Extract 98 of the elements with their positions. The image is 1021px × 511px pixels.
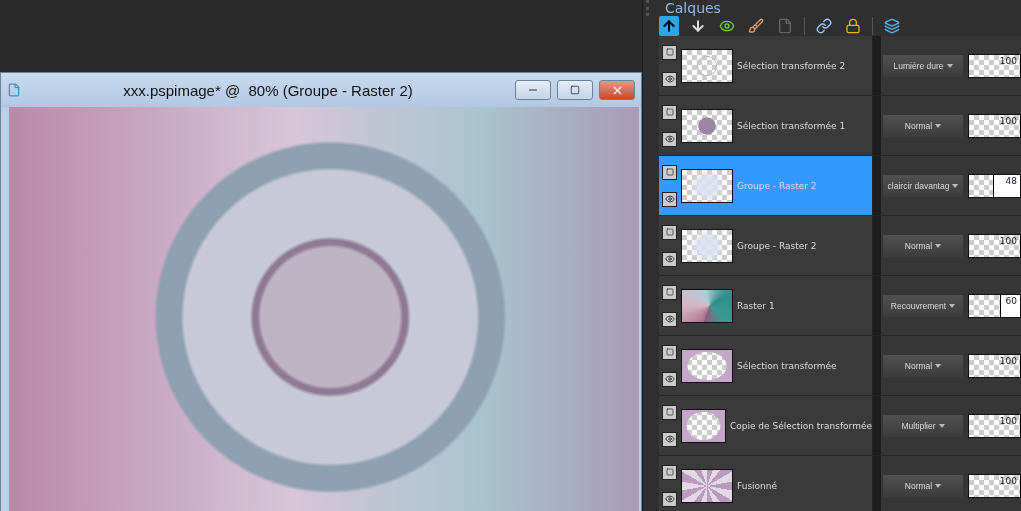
opacity-value: 60 xyxy=(1005,295,1017,306)
opacity-field[interactable]: 100 xyxy=(968,473,1021,498)
layer-row[interactable]: Sélection transformée 2 xyxy=(659,36,873,95)
caret-icon xyxy=(946,63,953,68)
layer-name: Raster 1 xyxy=(737,300,775,311)
square-icon xyxy=(665,228,674,236)
eye-icon xyxy=(664,74,675,84)
opacity-value: 100 xyxy=(999,235,1017,246)
maximize-button[interactable] xyxy=(557,80,593,100)
eye-icon xyxy=(664,434,675,444)
layer-thumbnail xyxy=(681,48,733,83)
layer-stack-icon[interactable] xyxy=(662,344,677,360)
opacity-value: 100 xyxy=(999,115,1017,126)
caret-icon xyxy=(935,483,942,488)
minimize-button[interactable] xyxy=(515,80,551,100)
opacity-field[interactable]: 60 xyxy=(968,293,1021,318)
square-icon xyxy=(665,48,674,56)
layer-row[interactable]: Sélection transformée 1 xyxy=(659,96,873,155)
layer-stack-icon[interactable] xyxy=(662,104,677,120)
layer-thumbnail xyxy=(681,348,733,383)
eye-icon xyxy=(664,254,675,264)
layer-thumbnail xyxy=(681,168,733,203)
square-icon xyxy=(665,288,674,296)
visibility-icon[interactable] xyxy=(662,71,677,87)
layer-row[interactable]: Sélection transformée xyxy=(659,336,873,395)
caret-icon xyxy=(938,423,945,428)
opacity-field[interactable]: 100 xyxy=(968,233,1021,258)
square-icon xyxy=(665,348,674,356)
document-icon xyxy=(7,83,21,97)
layer-stack-icon[interactable] xyxy=(662,284,677,300)
layer-name: Sélection transformée 2 xyxy=(737,60,846,71)
layer-name: Sélection transformée xyxy=(737,360,837,371)
square-icon xyxy=(665,408,674,416)
opacity-field[interactable]: 100 xyxy=(968,113,1021,138)
square-icon xyxy=(665,468,674,476)
square-icon xyxy=(665,168,674,176)
lock-button[interactable] xyxy=(843,16,863,36)
layer-row[interactable]: Groupe - Raster 2 xyxy=(659,216,873,275)
eye-icon xyxy=(664,314,675,324)
move-up-button[interactable] xyxy=(659,16,679,36)
layer-stack-icon[interactable] xyxy=(662,464,677,480)
blend-mode-dropdown[interactable]: Normal xyxy=(883,474,963,497)
visibility-icon[interactable] xyxy=(662,251,677,267)
opacity-value: 100 xyxy=(999,475,1017,486)
blend-mode-dropdown[interactable]: Normal xyxy=(883,114,963,137)
visibility-icon[interactable] xyxy=(662,311,677,327)
opacity-value: 100 xyxy=(999,55,1017,66)
layer-thumbnail xyxy=(681,468,733,503)
layer-row[interactable]: Raster 1 xyxy=(659,276,873,335)
blend-mode-dropdown[interactable]: Recouvrement xyxy=(883,294,963,317)
caret-icon xyxy=(935,123,942,128)
layer-stack-icon[interactable] xyxy=(662,224,677,240)
caret-icon xyxy=(935,243,942,248)
opacity-field[interactable]: 100 xyxy=(968,353,1021,378)
layer-row[interactable]: Copie de Sélection transformée xyxy=(659,396,873,455)
blend-mode-dropdown[interactable]: Lumière dure xyxy=(883,54,963,77)
visibility-icon[interactable] xyxy=(662,131,677,147)
maximize-icon xyxy=(570,85,580,95)
opacity-value: 100 xyxy=(999,415,1017,426)
layer-name: Groupe - Raster 2 xyxy=(737,240,817,251)
blend-mode-dropdown[interactable]: Normal xyxy=(883,354,963,377)
layer-name: Groupe - Raster 2 xyxy=(737,180,817,191)
layer-stack-icon[interactable] xyxy=(662,44,677,60)
layer-thumbnail xyxy=(681,228,733,263)
caret-icon xyxy=(949,303,956,308)
eye-icon xyxy=(664,194,675,204)
layer-stack-icon[interactable] xyxy=(662,164,677,180)
opacity-field[interactable]: 100 xyxy=(968,413,1021,438)
layer-name: Copie de Sélection transformée xyxy=(729,420,872,431)
caret-icon xyxy=(935,363,942,368)
blend-mode-dropdown[interactable]: Multiplier xyxy=(883,414,963,437)
layer-thumbnail xyxy=(681,108,733,143)
blend-mode-dropdown[interactable]: claircir davantag xyxy=(883,174,963,197)
opacity-value: 48 xyxy=(1005,175,1017,186)
brush-button[interactable] xyxy=(746,16,766,36)
opacity-field[interactable]: 48 xyxy=(968,173,1021,198)
visibility-icon[interactable] xyxy=(662,191,677,207)
visibility-icon[interactable] xyxy=(662,491,677,507)
window-title: xxx.pspimage* @ 80% (Groupe - Raster 2) xyxy=(122,81,414,99)
link-button[interactable] xyxy=(814,16,834,36)
layer-thumbnail xyxy=(681,288,733,323)
blend-mode-dropdown[interactable]: Normal xyxy=(883,234,963,257)
opacity-value: 100 xyxy=(999,355,1017,366)
square-icon xyxy=(665,108,674,116)
visibility-icon[interactable] xyxy=(662,371,677,387)
eye-icon xyxy=(664,494,675,504)
layer-thumbnail xyxy=(681,408,726,443)
layer-name: Sélection transformée 1 xyxy=(737,120,846,131)
close-button[interactable] xyxy=(599,80,635,100)
visibility-icon[interactable] xyxy=(662,431,677,447)
eye-icon xyxy=(664,374,675,384)
layer-row[interactable]: Fusionné xyxy=(659,456,873,511)
layer-stack-icon[interactable] xyxy=(662,404,677,420)
opacity-field[interactable]: 100 xyxy=(968,53,1021,78)
layer-name: Fusionné xyxy=(737,480,778,491)
layers-button[interactable] xyxy=(882,16,902,36)
eye-icon xyxy=(664,134,675,144)
caret-icon xyxy=(952,183,959,188)
